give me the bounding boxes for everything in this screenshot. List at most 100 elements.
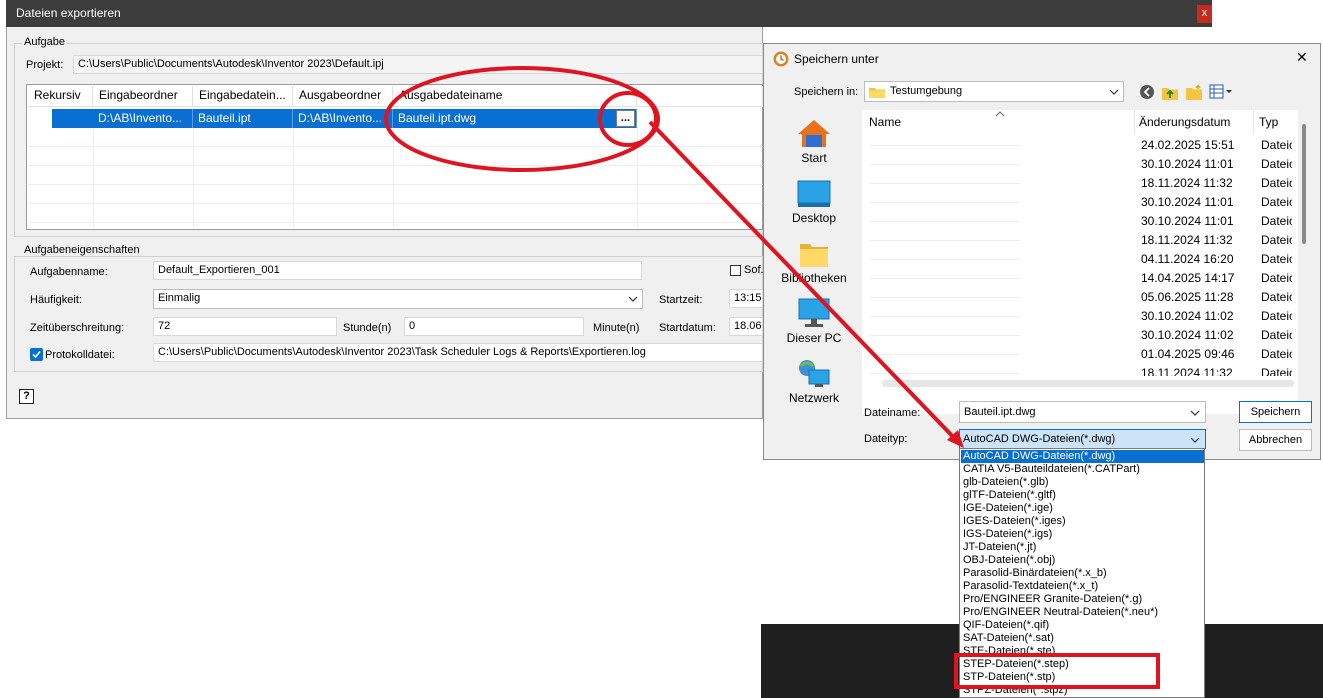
file-name-placeholder [870,316,1020,317]
place-this-pc[interactable]: Dieser PC [769,294,859,350]
sofort-checkbox[interactable] [730,265,741,276]
start-time-input[interactable]: 13:15 [729,289,763,308]
column-date-header[interactable]: Änderungsdatum [1139,115,1230,129]
filetype-option[interactable]: CATIA V5-Bauteildateien(*.CATPart) [961,463,1204,476]
project-label: Projekt: [26,59,64,71]
browse-output-button[interactable]: ... [616,110,635,127]
file-row[interactable]: 30.10.2024 11:02 Dateio [862,326,1292,345]
project-field[interactable]: C:\Users\Public\Documents\Autodesk\Inven… [73,55,763,74]
file-row[interactable]: 01.04.2025 09:46 Dateio [862,345,1292,364]
column-name-header[interactable]: Name [869,115,901,129]
timeout-hours-input[interactable]: 72 [153,317,337,336]
file-type: Dateio [1261,176,1292,190]
task-name-label: Aufgabenname: [30,266,108,278]
grid-header-input-file[interactable]: Eingabedatein... [193,86,293,107]
file-date: 18.11.2024 11:32 [1141,233,1233,247]
save-button[interactable]: Speichern [1239,401,1312,423]
filetype-option[interactable]: Pro/ENGINEER Granite-Dateien(*.g) [961,593,1204,606]
place-start[interactable]: Start [769,114,859,170]
grid-col-line [93,128,94,228]
grid-header-output-folder[interactable]: Ausgabeordner [293,86,393,107]
grid-header-input-folder[interactable]: Eingabeordner [93,86,193,107]
file-row[interactable]: 05.06.2025 11:28 Dateio [862,288,1292,307]
filetype-option[interactable]: JT-Dateien(*.jt) [961,541,1204,554]
log-checkbox[interactable] [30,348,43,361]
filetype-option[interactable]: IGES-Dateien(*.iges) [961,515,1204,528]
place-network-label: Netzwerk [788,391,839,405]
new-folder-icon[interactable] [1185,83,1203,101]
filetype-dropdown-list[interactable]: AutoCAD DWG-Dateien(*.dwg) CATIA V5-Baute… [959,448,1205,698]
file-row[interactable]: 24.02.2025 15:51 Dateio [862,136,1292,155]
view-menu-icon[interactable] [1209,84,1233,100]
grid-header-recursive[interactable]: Rekursiv [28,86,93,107]
list-edge [1298,110,1299,111]
file-row[interactable]: 30.10.2024 11:01 Dateio [862,193,1292,212]
grid-cell-output-file[interactable]: Bauteil.ipt.dwg [393,109,637,128]
file-row[interactable]: 30.10.2024 11:01 Dateio [862,155,1292,174]
inventor-app-icon [773,51,789,67]
place-desktop[interactable]: Desktop [769,174,859,230]
save-close-button[interactable]: ✕ [1296,49,1308,66]
grid-cell-input-folder[interactable]: D:\AB\Invento... [93,109,193,128]
start-time-label: Startzeit: [659,294,703,306]
filetype-option[interactable]: glTF-Dateien(*.gltf) [961,489,1204,502]
grid-col-line [293,128,294,228]
grid-cell-output-folder[interactable]: D:\AB\Invento... [293,109,393,128]
log-file-input[interactable]: C:\Users\Public\Documents\Autodesk\Inven… [153,343,763,362]
horizontal-scrollbar[interactable] [882,380,1294,387]
file-date: 01.04.2025 09:46 [1141,347,1235,361]
filetype-option[interactable]: AutoCAD DWG-Dateien(*.dwg) [961,450,1204,463]
timeout-minutes-input[interactable]: 0 [404,317,584,336]
filetype-option[interactable]: glb-Dateien(*.glb) [961,476,1204,489]
file-date: 30.10.2024 11:01 [1141,157,1234,171]
file-row[interactable]: 18.11.2024 11:32 Dateio [862,174,1292,193]
grid-cell-input-file[interactable]: Bauteil.ipt [193,109,293,128]
frequency-select[interactable]: Einmalig [153,289,643,309]
grid-empty-rows [28,128,763,228]
grid-header-output-file[interactable]: Ausgabedateiname [393,86,637,107]
column-type-header[interactable]: Typ [1259,115,1278,129]
file-type: Dateio [1261,195,1292,209]
up-folder-icon[interactable] [1161,83,1179,101]
file-list: Name Änderungsdatum Typ 24.02.2025 15:51… [862,110,1298,414]
filetype-option[interactable]: IGE-Dateien(*.ige) [961,502,1204,515]
place-libraries[interactable]: Bibliotheken [769,234,859,290]
file-name-placeholder [870,373,1020,374]
filetype-option[interactable]: STPZ-Dateien(*.stpz) [961,684,1204,697]
filetype-option[interactable]: OBJ-Dateien(*.obj) [961,554,1204,567]
main-close-button[interactable]: x [1197,5,1212,23]
filetype-option[interactable]: QIF-Dateien(*.qif) [961,619,1204,632]
file-name-placeholder [870,297,1020,298]
filetype-select[interactable]: AutoCAD DWG-Dateien(*.dwg) [959,429,1206,449]
vertical-scrollbar[interactable] [1302,124,1306,244]
place-network[interactable]: Netzwerk [769,354,859,410]
filetype-option[interactable]: STP-Dateien(*.stp) [961,671,1204,684]
filetype-option[interactable]: Parasolid-Binärdateien(*.x_b) [961,567,1204,580]
save-in-select[interactable]: Testumgebung [864,81,1124,102]
file-row[interactable]: 14.04.2025 14:17 Dateio [862,269,1292,288]
file-row[interactable]: 30.10.2024 11:01 Dateio [862,212,1292,231]
filetype-option[interactable]: STEP-Dateien(*.step) [961,658,1204,671]
cancel-button[interactable]: Abbrechen [1239,429,1312,451]
filetype-option[interactable]: IGS-Dateien(*.igs) [961,528,1204,541]
task-name-input[interactable]: Default_Exportieren_001 [153,261,642,280]
grid-col-line [393,128,394,228]
file-row[interactable]: 04.11.2024 16:20 Dateio [862,250,1292,269]
filename-input[interactable]: Bauteil.ipt.dwg [959,401,1206,423]
back-icon[interactable] [1139,84,1155,100]
file-name-placeholder [870,202,1020,203]
start-date-input[interactable]: 18.06. [729,317,763,336]
file-row[interactable]: 18.11.2024 11:32 Dateio [862,364,1292,376]
file-type: Dateio [1261,328,1292,342]
file-type: Dateio [1261,214,1292,228]
file-row[interactable]: 18.11.2024 11:32 Dateio [862,231,1292,250]
filetype-option[interactable]: SAT-Dateien(*.sat) [961,632,1204,645]
task-group-label: Aufgabe [22,36,67,48]
filetype-option[interactable]: Pro/ENGINEER Neutral-Dateien(*.neu*) [961,606,1204,619]
filetype-option[interactable]: Parasolid-Textdateien(*.x_t) [961,580,1204,593]
file-name-placeholder [870,221,1020,222]
filetype-option[interactable]: STE-Dateien(*.ste) [961,645,1204,658]
chevron-down-icon [1109,89,1119,95]
help-button[interactable]: ? [19,389,34,404]
file-row[interactable]: 30.10.2024 11:02 Dateio [862,307,1292,326]
